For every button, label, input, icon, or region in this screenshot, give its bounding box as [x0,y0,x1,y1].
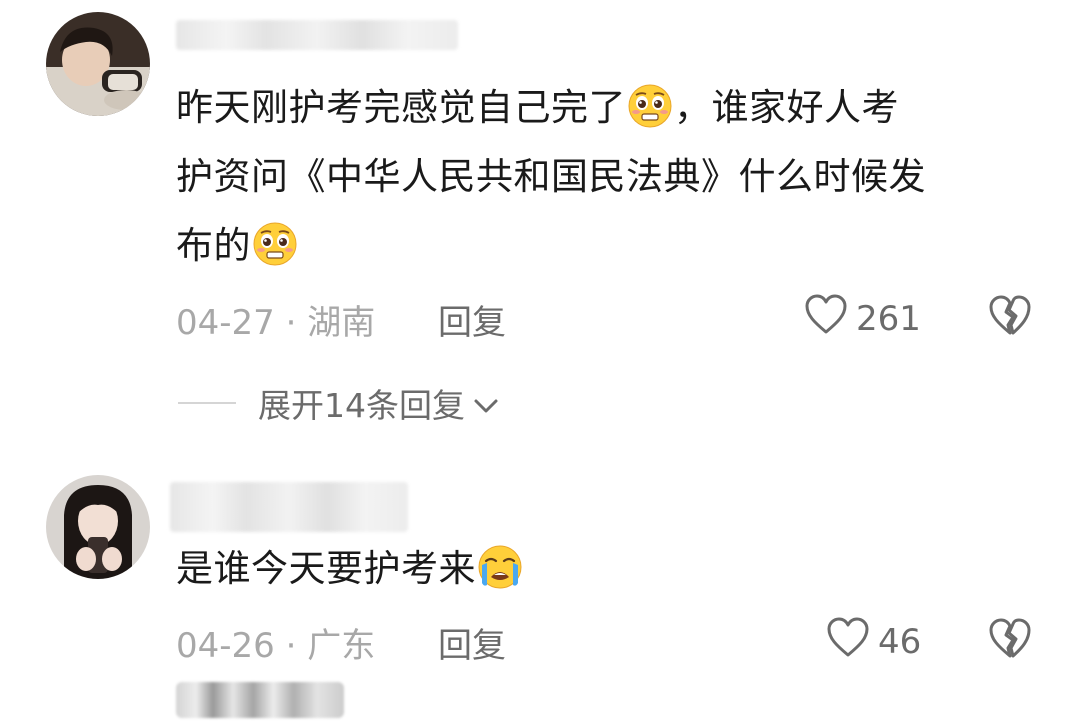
comment-meta: 04-26 · 广东 [176,618,375,667]
avatar[interactable] [46,475,150,579]
dislike-button[interactable] [988,294,1032,340]
broken-heart-icon [988,618,1032,663]
comment-meta: 04-27 · 湖南 [176,295,375,344]
comment-1: 昨天刚护考完感觉自己完了 ，谁家好人考 护资问《中华人民共和国民法典》什么时候发 … [0,0,1085,440]
meta-separator: · [285,303,297,343]
comment-2: 是谁今天要护考来 04-26 · 广东 回复 46 [0,460,1085,723]
reply-button[interactable]: 回复 [438,618,506,667]
pleading-face-icon [628,81,672,128]
blurred-content [176,682,344,718]
username-blurred [176,20,458,50]
like-count: 261 [856,298,921,339]
expand-replies-button[interactable]: 展开14条回复 [178,379,499,427]
divider-line [178,402,236,404]
like-button[interactable]: 46 [826,616,921,667]
avatar[interactable] [46,12,150,116]
broken-heart-icon [988,295,1032,340]
username-blurred [170,482,408,532]
comment-location: 广东 [307,626,376,666]
pleading-face-icon [253,219,297,266]
reply-button[interactable]: 回复 [438,295,506,344]
comment-date: 04-26 [176,626,275,666]
like-button[interactable]: 261 [804,293,921,344]
expand-replies-label: 展开14条回复 [258,386,465,425]
comment-text: 昨天刚护考完感觉自己完了 ，谁家好人考 护资问《中华人民共和国民法典》什么时候发 … [176,73,1056,280]
like-count: 46 [878,621,922,662]
chevron-down-icon [473,384,499,423]
heart-icon [826,616,870,667]
comment-text: 是谁今天要护考来 [176,534,1056,603]
dislike-button[interactable] [988,617,1032,663]
comment-location: 湖南 [307,303,376,343]
meta-separator: · [285,626,297,666]
crying-face-icon [478,542,522,589]
heart-icon [804,293,848,344]
comment-date: 04-27 [176,303,275,343]
